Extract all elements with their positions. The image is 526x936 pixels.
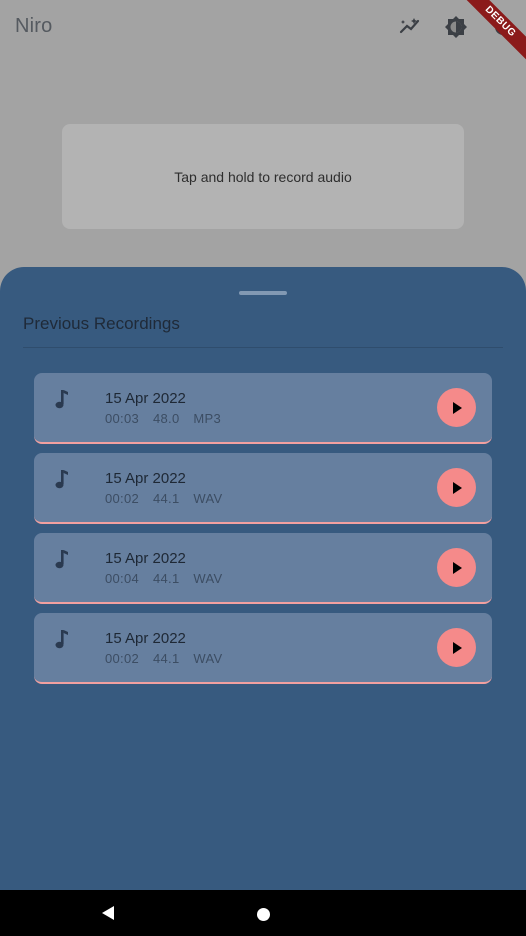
play-icon xyxy=(452,641,462,654)
drag-handle[interactable] xyxy=(239,291,287,295)
recording-date: 15 Apr 2022 xyxy=(105,390,186,407)
recording-format: MP3 xyxy=(193,411,222,426)
recording-duration: 00:02 xyxy=(105,491,140,506)
recording-item[interactable]: 15 Apr 2022 00:04 44.1 WAV xyxy=(34,533,492,604)
app-title: Niro xyxy=(15,15,53,37)
recording-sample-rate: 44.1 xyxy=(152,491,180,506)
recording-meta: 00:02 44.1 WAV xyxy=(105,491,232,506)
recording-sample-rate: 48.0 xyxy=(152,411,180,426)
play-button[interactable] xyxy=(437,468,476,507)
recording-format: WAV xyxy=(193,651,223,666)
recording-format: WAV xyxy=(193,571,223,586)
recording-item[interactable]: 15 Apr 2022 00:03 48.0 MP3 xyxy=(34,373,492,444)
recording-date: 15 Apr 2022 xyxy=(105,550,186,567)
recording-item[interactable]: 15 Apr 2022 00:02 44.1 WAV xyxy=(34,453,492,524)
recording-meta: 00:04 44.1 WAV xyxy=(105,571,232,586)
recording-sample-rate: 44.1 xyxy=(152,651,180,666)
recording-duration: 00:02 xyxy=(105,651,140,666)
recording-item[interactable]: 15 Apr 2022 00:02 44.1 WAV xyxy=(34,613,492,684)
music-note-icon xyxy=(52,629,72,651)
theme-icon[interactable] xyxy=(443,14,469,40)
app-screen: Niro Tap and hold to record audio Previo… xyxy=(0,0,526,890)
play-button[interactable] xyxy=(437,548,476,587)
recording-meta: 00:02 44.1 WAV xyxy=(105,651,232,666)
recording-sample-rate: 44.1 xyxy=(152,571,180,586)
recording-meta: 00:03 48.0 MP3 xyxy=(105,411,231,426)
recording-duration: 00:03 xyxy=(105,411,140,426)
recordings-bottom-sheet[interactable]: Previous Recordings 15 Apr 2022 00:03 48… xyxy=(0,267,526,890)
home-icon[interactable] xyxy=(257,908,270,921)
system-nav-bar xyxy=(0,890,526,936)
record-button-area[interactable]: Tap and hold to record audio xyxy=(62,124,464,229)
recording-date: 15 Apr 2022 xyxy=(105,630,186,647)
recording-duration: 00:04 xyxy=(105,571,140,586)
magic-wand-icon[interactable] xyxy=(397,14,423,40)
music-note-icon xyxy=(52,469,72,491)
music-note-icon xyxy=(52,389,72,411)
play-button[interactable] xyxy=(437,388,476,427)
sheet-title: Previous Recordings xyxy=(23,314,180,333)
play-button[interactable] xyxy=(437,628,476,667)
music-note-icon xyxy=(52,549,72,571)
play-icon xyxy=(452,561,462,574)
back-icon[interactable] xyxy=(100,905,116,926)
recording-format: WAV xyxy=(193,491,223,506)
play-icon xyxy=(452,401,462,414)
divider xyxy=(23,347,503,348)
recording-date: 15 Apr 2022 xyxy=(105,470,186,487)
record-hint: Tap and hold to record audio xyxy=(174,168,352,185)
recordings-list: 15 Apr 2022 00:03 48.0 MP3 15 Apr 2022 0… xyxy=(34,373,492,693)
play-icon xyxy=(452,481,462,494)
app-bar: Niro xyxy=(0,0,526,56)
